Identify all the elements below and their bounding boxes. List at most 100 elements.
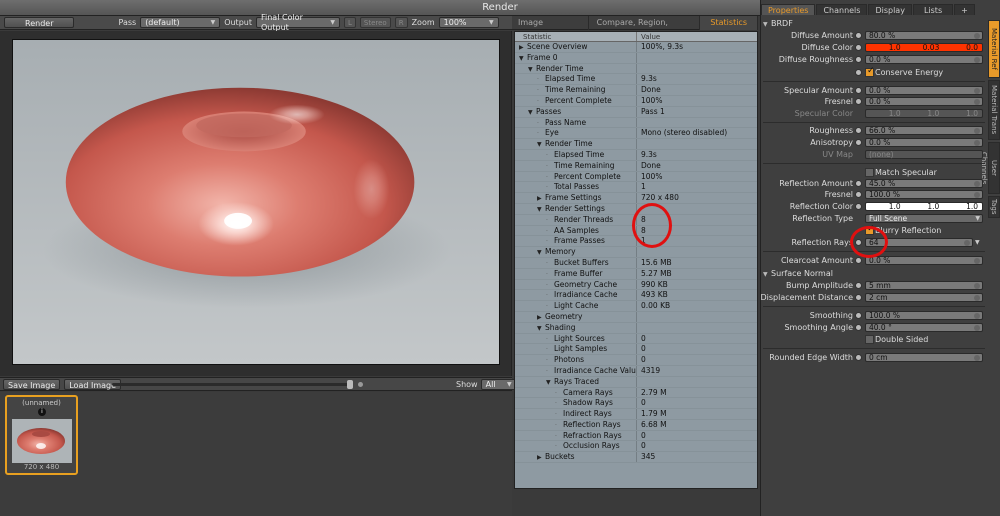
info-icon[interactable]: i [38,408,46,416]
table-row[interactable]: ▶ Scene Overview 100%, 9.3s [515,42,757,53]
envelope-icon[interactable] [855,56,862,63]
table-row[interactable]: · Percent Complete 100% [515,95,757,107]
output-select[interactable]: Final Color Output ▼ [255,13,340,32]
table-row[interactable]: ▶ Geometry [515,311,757,323]
envelope-icon[interactable] [855,191,862,198]
table-row[interactable]: ▼ Render Time [515,139,757,150]
displacement-distance-field[interactable]: 2 cm [865,293,983,302]
envelope-icon[interactable] [855,324,862,331]
expanded-icon[interactable]: ▼ [537,140,545,149]
table-row[interactable]: · Photons 0 [515,355,757,366]
rounded-edge-width-field[interactable]: 0 cm [865,353,983,362]
diffuse-color-field[interactable]: 1.0 0.03 0.0 [865,43,983,52]
tab-image-processing[interactable]: Image Processing [512,16,589,41]
bump-amplitude-field[interactable]: 5 mm [865,281,983,290]
table-row[interactable]: · Occlusion Rays 0 [515,441,757,453]
specular-color-field[interactable]: 1.0 1.0 1.0 [865,109,983,118]
table-row[interactable]: · Indirect Rays 1.79 M [515,409,757,420]
fresnel-field[interactable]: 0.0 % [865,97,983,106]
table-row[interactable]: ▼ Frame 0 [515,52,757,64]
envelope-icon[interactable] [855,44,862,51]
expanded-icon[interactable]: ▼ [528,108,536,117]
tab-properties[interactable]: Properties [761,4,816,15]
expanded-icon[interactable]: ▼ [519,54,527,63]
envelope-icon[interactable] [855,257,862,264]
double-sided-checkbox[interactable] [865,335,874,344]
collapsed-icon[interactable]: ▶ [519,43,527,52]
table-row[interactable]: ▶ Buckets 345 [515,452,757,464]
slider-reset-icon[interactable] [358,382,363,387]
vtab-material-trans[interactable]: Material Trans [988,80,1000,140]
table-row[interactable]: · Light Sources 0 [515,333,757,345]
envelope-icon[interactable] [855,203,862,210]
table-row[interactable]: · Eye Mono (stereo disabled) [515,128,757,140]
table-row[interactable]: · Camera Rays 2.79 M [515,387,757,399]
left-eye-toggle[interactable]: L [343,17,356,28]
expanded-icon[interactable]: ▼ [537,205,545,214]
fresnel-field[interactable]: 100.0 % [865,190,983,199]
anisotropy-field[interactable]: 0.0 % [865,138,983,147]
tab-channels[interactable]: Channels [816,4,868,15]
image-slider-track[interactable] [112,383,352,386]
diffuse-amount-field[interactable]: 80.0 % [865,31,983,40]
reflection-amount-field[interactable]: 45.0 % [865,179,983,188]
tab-display[interactable]: Display [868,4,912,15]
envelope-icon[interactable] [855,294,862,301]
table-row[interactable]: · Bucket Buffers 15.6 MB [515,257,757,269]
envelope-icon[interactable] [855,354,862,361]
table-row[interactable]: · Shadow Rays 0 [515,398,757,410]
table-row[interactable]: · Irradiance Cache Values 4319 [515,365,757,377]
chevron-down-icon[interactable]: ▼ [975,237,980,248]
table-row[interactable]: · Frame Buffer 5.27 MB [515,268,757,280]
table-row[interactable]: · Time Remaining Done [515,160,757,172]
smoothing-field[interactable]: 100.0 % [865,311,983,320]
table-row[interactable]: · Light Cache 0.00 KB [515,301,757,312]
add-tab-button[interactable]: + [954,4,975,15]
table-row[interactable]: · Elapsed Time 9.3s [515,74,757,86]
specular-amount-field[interactable]: 0.0 % [865,86,983,95]
envelope-icon[interactable] [855,127,862,134]
stereo-eye-select[interactable]: R [394,17,408,28]
table-row[interactable]: · Pass Name [515,117,757,129]
roughness-field[interactable]: 66.0 % [865,126,983,135]
table-row[interactable]: ▼ Render Time [515,63,757,75]
expanded-icon[interactable]: ▼ [546,378,554,387]
smoothing-angle-field[interactable]: 40.0 ° [865,323,983,332]
table-row[interactable]: · Elapsed Time 9.3s [515,149,757,161]
uv-map-select[interactable]: (none) [865,150,983,159]
table-row[interactable]: ▼ Rays Traced [515,376,757,388]
expanded-icon[interactable]: ▼ [528,65,536,74]
table-row[interactable]: ▼ Memory [515,247,757,258]
image-thumbnail[interactable]: (unnamed) i 720 x 480 [5,395,78,475]
vtab-material-ref[interactable]: Material Ref [988,20,1000,78]
envelope-icon[interactable] [855,32,862,39]
table-row[interactable]: ▼ Shading [515,322,757,334]
stereo-toggle[interactable]: Stereo [359,17,391,28]
table-row[interactable]: · Light Samples 0 [515,344,757,356]
envelope-icon[interactable] [855,282,862,289]
collapsed-icon[interactable]: ▶ [537,194,545,203]
pass-select[interactable]: (default) ▼ [140,17,221,28]
vtab-tags[interactable]: Tags [988,196,1000,218]
collapsed-icon[interactable]: ▶ [537,313,545,322]
diffuse-roughness-field[interactable]: 0.0 % [865,55,983,64]
table-row[interactable]: · Total Passes 1 [515,182,757,194]
table-row[interactable]: · Geometry Cache 990 KB [515,279,757,291]
table-row[interactable]: · Irradiance Cache 493 KB [515,290,757,302]
table-row[interactable]: · Percent Complete 100% [515,171,757,183]
table-row[interactable]: ▶ Frame Settings 720 x 480 [515,193,757,204]
table-row[interactable]: ▼ Passes Pass 1 [515,106,757,118]
envelope-icon[interactable] [855,87,862,94]
tab-lists[interactable]: Lists [912,4,954,15]
clearcoat-amount-field[interactable]: 0.0 % [865,256,983,265]
match-specular-checkbox[interactable] [865,168,874,177]
expanded-icon[interactable]: ▼ [537,324,545,333]
reflection-color-field[interactable]: 1.0 1.0 1.0 [865,202,983,211]
envelope-icon[interactable] [855,139,862,146]
vtab-user-channels[interactable]: User Channels [980,142,1000,194]
surface-normal-section[interactable]: ▼ Surface Normal [763,268,833,279]
statistic-column-header[interactable]: Statistic [515,32,637,41]
envelope-icon[interactable] [855,180,862,187]
table-row[interactable]: · Reflection Rays 6.68 M [515,419,757,431]
image-slider-handle[interactable] [347,380,353,389]
